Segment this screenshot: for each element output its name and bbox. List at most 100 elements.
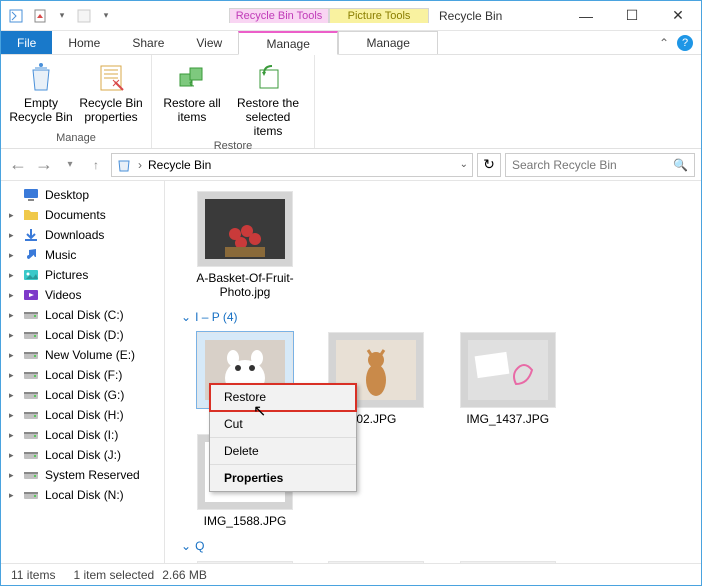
tree-item[interactable]: Documents [1,205,164,225]
disk-icon [23,308,39,322]
tab-file[interactable]: File [1,31,52,54]
context-menu: Restore Cut Delete Properties [209,383,357,492]
menu-restore[interactable]: Restore [210,384,356,411]
tree-item-label: Local Disk (I:) [45,428,118,442]
refresh-button[interactable]: ↻ [477,153,501,177]
location-icon [116,157,132,173]
navigation-tree[interactable]: Desktop Documents Downloads Music PicturesVi… [1,181,165,565]
window-title: Recycle Bin [429,9,563,23]
help-icon[interactable]: ? [677,35,693,51]
restore-all-label: Restore all items [160,97,224,125]
collapse-ribbon-icon[interactable]: ⌃ [659,36,669,50]
tree-item-label: Desktop [45,188,89,202]
ribbon: Empty Recycle Bin Recycle Bin properties… [1,55,701,149]
maximize-button[interactable]: ☐ [609,1,655,31]
address-dropdown-icon[interactable]: ⌄ [460,159,468,170]
restore-selected-icon [251,61,285,95]
tree-item[interactable]: Pictures [1,265,164,285]
tree-item-label: Local Disk (J:) [45,448,121,462]
search-box[interactable]: Search Recycle Bin 🔍 [505,153,695,177]
restore-all-button[interactable]: Restore all items [160,61,224,125]
disk-icon [23,448,39,462]
ribbon-tab-strip: File Home Share View Manage Manage ⌃ ? [1,31,701,55]
tree-item[interactable]: Downloads [1,225,164,245]
tree-item-label: Local Disk (H:) [45,408,124,422]
empty-recycle-bin-button[interactable]: Empty Recycle Bin [9,61,73,125]
tree-item[interactable]: New Volume (E:) [1,345,164,365]
tree-item[interactable]: Local Disk (F:) [1,365,164,385]
restore-selected-label: Restore the selected items [230,97,306,138]
group-header-ip[interactable]: I – P (4) [181,310,685,324]
tree-item-label: Local Disk (G:) [45,388,124,402]
qat-more-icon[interactable]: ▾ [97,10,115,21]
tree-item-label: Documents [45,208,106,222]
tree-item[interactable]: Music [1,245,164,265]
restore-selected-button[interactable]: Restore the selected items [230,61,306,138]
tree-item-label: System Reserved [45,468,140,482]
tree-item[interactable]: Local Disk (I:) [1,425,164,445]
tree-item-label: Local Disk (F:) [45,368,122,382]
selection-count: 1 item selected [73,568,154,582]
context-tab-recycle: Recycle Bin Tools [229,8,329,23]
properties-icon[interactable] [29,5,51,27]
search-icon: 🔍 [673,158,688,172]
properties-icon [94,61,128,95]
tree-item[interactable]: Local Disk (H:) [1,405,164,425]
tab-manage-recycle[interactable]: Manage [238,31,338,55]
group-manage-label: Manage [56,130,96,146]
tab-view[interactable]: View [180,31,238,54]
forward-button[interactable]: → [33,154,55,176]
tree-item-label: Local Disk (D:) [45,328,124,342]
tree-item[interactable]: Videos [1,285,164,305]
disk-icon [23,468,39,482]
qat-blank-icon[interactable] [73,5,95,27]
qat-dropdown-icon[interactable]: ▾ [53,10,71,21]
thumbnail [460,332,556,408]
address-bar[interactable]: › Recycle Bin ⌄ [111,153,473,177]
tab-home[interactable]: Home [52,31,116,54]
file-item[interactable]: A-Basket-Of-Fruit-Photo.jpg [183,191,307,300]
download-icon [23,228,39,242]
video-icon [23,288,39,302]
disk-icon [23,368,39,382]
disk-icon [23,428,39,442]
tree-item[interactable]: Local Disk (G:) [1,385,164,405]
back-button[interactable]: ← [7,154,29,176]
tree-item[interactable]: Local Disk (C:) [1,305,164,325]
recycle-bin-empty-icon [24,61,58,95]
tree-item-label: Local Disk (C:) [45,308,124,322]
disk-icon [23,408,39,422]
tree-item[interactable]: Local Disk (J:) [1,445,164,465]
close-button[interactable]: ✕ [655,1,701,31]
tree-item[interactable]: Local Disk (D:) [1,325,164,345]
tree-item-label: Downloads [45,228,104,242]
file-view[interactable]: A-Basket-Of-Fruit-Photo.jpg I – P (4) 02… [165,181,701,565]
group-header-q[interactable]: Q [181,539,685,553]
properties-label: Recycle Bin properties [79,97,143,125]
menu-cut[interactable]: Cut [210,411,356,438]
tree-item-label: Local Disk (N:) [45,488,124,502]
file-name: IMG_1588.JPG [183,514,307,528]
tree-item[interactable]: System Reserved [1,465,164,485]
up-button[interactable]: ↑ [85,154,107,176]
tab-manage-picture[interactable]: Manage [338,31,438,54]
minimize-button[interactable]: — [563,1,609,31]
tree-item-label: Music [45,248,76,262]
tree-item[interactable]: Local Disk (N:) [1,485,164,505]
app-icon[interactable] [5,5,27,27]
file-item[interactable]: IMG_1437.JPG [446,332,570,426]
tab-share[interactable]: Share [116,31,180,54]
context-tab-picture: Picture Tools [329,8,429,23]
restore-all-icon [175,61,209,95]
menu-properties[interactable]: Properties [210,465,356,491]
pictures-icon [23,268,39,282]
menu-delete[interactable]: Delete [210,438,356,465]
tree-item[interactable]: Desktop [1,185,164,205]
status-bar: 11 items 1 item selected 2.66 MB [1,563,701,585]
recycle-bin-properties-button[interactable]: Recycle Bin properties [79,61,143,125]
disk-icon [23,348,39,362]
folder-icon [23,208,39,222]
file-name: A-Basket-Of-Fruit-Photo.jpg [183,271,307,300]
desktop-icon [23,188,39,202]
history-dropdown-icon[interactable]: ▾ [59,154,81,176]
